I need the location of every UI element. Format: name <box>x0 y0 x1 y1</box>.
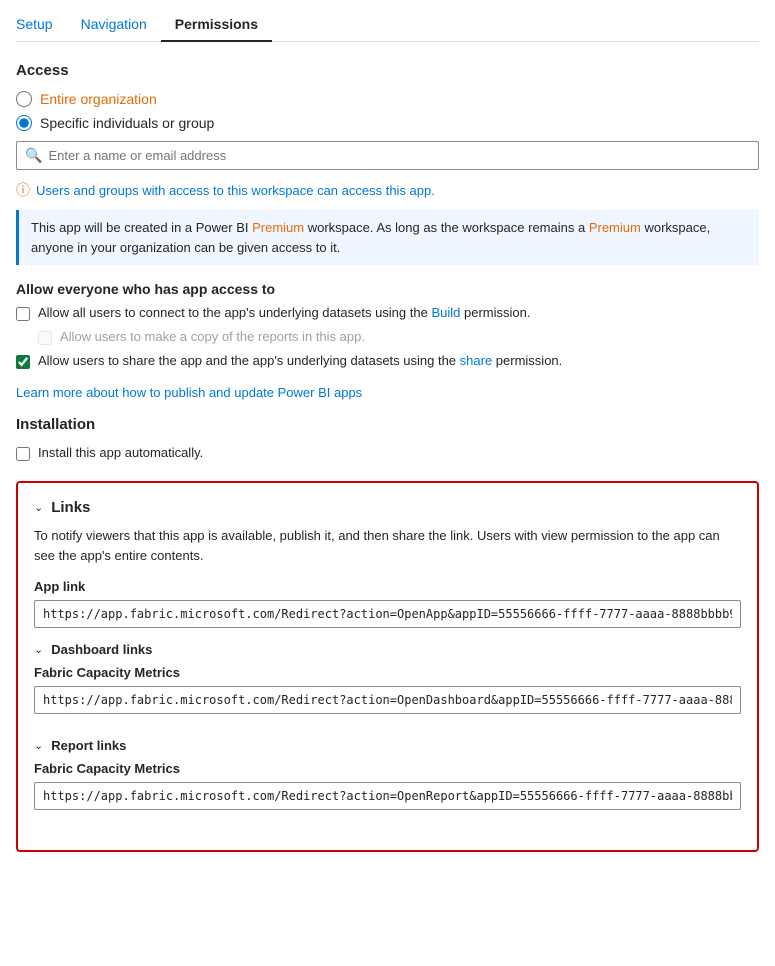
links-header: ⌄ Links <box>34 499 741 516</box>
workspace-info-link[interactable]: this app <box>386 183 432 198</box>
workspace-info: ⓘ Users and groups with access to this w… <box>16 180 759 200</box>
info-icon: ⓘ <box>16 180 30 200</box>
dashboard-chevron-icon[interactable]: ⌄ <box>34 643 43 656</box>
app-link-label: App link <box>34 579 741 594</box>
allow-section: Allow everyone who has app access to All… <box>16 281 759 369</box>
checkbox-copy-input <box>38 331 52 345</box>
dashboard-fabric-title: Fabric Capacity Metrics <box>34 665 741 680</box>
search-icon: 🔍 <box>25 147 42 164</box>
radio-entire-org-label: Entire organization <box>40 91 157 107</box>
search-box: 🔍 <box>16 141 759 170</box>
dashboard-links-header: ⌄ Dashboard links <box>34 642 741 657</box>
dashboard-link-input[interactable] <box>34 686 741 714</box>
report-links-header: ⌄ Report links <box>34 738 741 753</box>
report-links-section: ⌄ Report links Fabric Capacity Metrics <box>34 738 741 824</box>
report-chevron-icon[interactable]: ⌄ <box>34 739 43 752</box>
radio-entire-org-input[interactable] <box>16 91 32 107</box>
links-section: ⌄ Links To notify viewers that this app … <box>16 481 759 852</box>
checkbox-install-input[interactable] <box>16 447 30 461</box>
radio-specific: Specific individuals or group <box>16 115 759 131</box>
checkbox-build: Allow all users to connect to the app's … <box>16 305 759 321</box>
checkbox-share-label: Allow users to share the app and the app… <box>38 353 562 368</box>
dashboard-links-section: ⌄ Dashboard links Fabric Capacity Metric… <box>34 642 741 728</box>
workspace-info-text: Users and groups with access to this wor… <box>36 183 435 198</box>
tab-setup[interactable]: Setup <box>16 8 67 42</box>
checkbox-share: Allow users to share the app and the app… <box>16 353 759 369</box>
links-title: Links <box>51 499 90 516</box>
installation-section: Installation Install this app automatica… <box>16 416 759 461</box>
dashboard-links-title: Dashboard links <box>51 642 152 657</box>
installation-title: Installation <box>16 416 759 433</box>
report-links-title: Report links <box>51 738 126 753</box>
checkbox-install: Install this app automatically. <box>16 445 759 461</box>
checkbox-share-input[interactable] <box>16 355 30 369</box>
checkbox-copy: Allow users to make a copy of the report… <box>16 329 759 345</box>
tab-bar: Setup Navigation Permissions <box>16 0 759 42</box>
tab-navigation[interactable]: Navigation <box>67 8 161 42</box>
tab-permissions[interactable]: Permissions <box>161 8 272 42</box>
links-description: To notify viewers that this app is avail… <box>34 526 741 565</box>
build-link: Build <box>431 305 460 320</box>
share-link: share <box>460 353 493 368</box>
access-radio-group: Entire organization Specific individuals… <box>16 91 759 131</box>
checkbox-build-input[interactable] <box>16 307 30 321</box>
checkbox-install-label: Install this app automatically. <box>38 445 203 460</box>
radio-specific-input[interactable] <box>16 115 32 131</box>
search-input[interactable] <box>48 148 750 163</box>
checkbox-copy-label: Allow users to make a copy of the report… <box>60 329 365 344</box>
premium-info-text: This app will be created in a Power BI P… <box>31 220 710 255</box>
checkbox-build-label: Allow all users to connect to the app's … <box>38 305 530 320</box>
premium-word: Premium <box>252 220 304 235</box>
premium-info-box: This app will be created in a Power BI P… <box>16 210 759 265</box>
app-link-input[interactable] <box>34 600 741 628</box>
premium-word-2: Premium <box>589 220 641 235</box>
report-link-input[interactable] <box>34 782 741 810</box>
links-chevron-icon[interactable]: ⌄ <box>34 501 43 514</box>
radio-specific-label: Specific individuals or group <box>40 115 214 131</box>
access-title: Access <box>16 62 759 79</box>
report-fabric-title: Fabric Capacity Metrics <box>34 761 741 776</box>
allow-title: Allow everyone who has app access to <box>16 281 759 297</box>
learn-more-link[interactable]: Learn more about how to publish and upda… <box>16 385 759 400</box>
radio-entire-org: Entire organization <box>16 91 759 107</box>
